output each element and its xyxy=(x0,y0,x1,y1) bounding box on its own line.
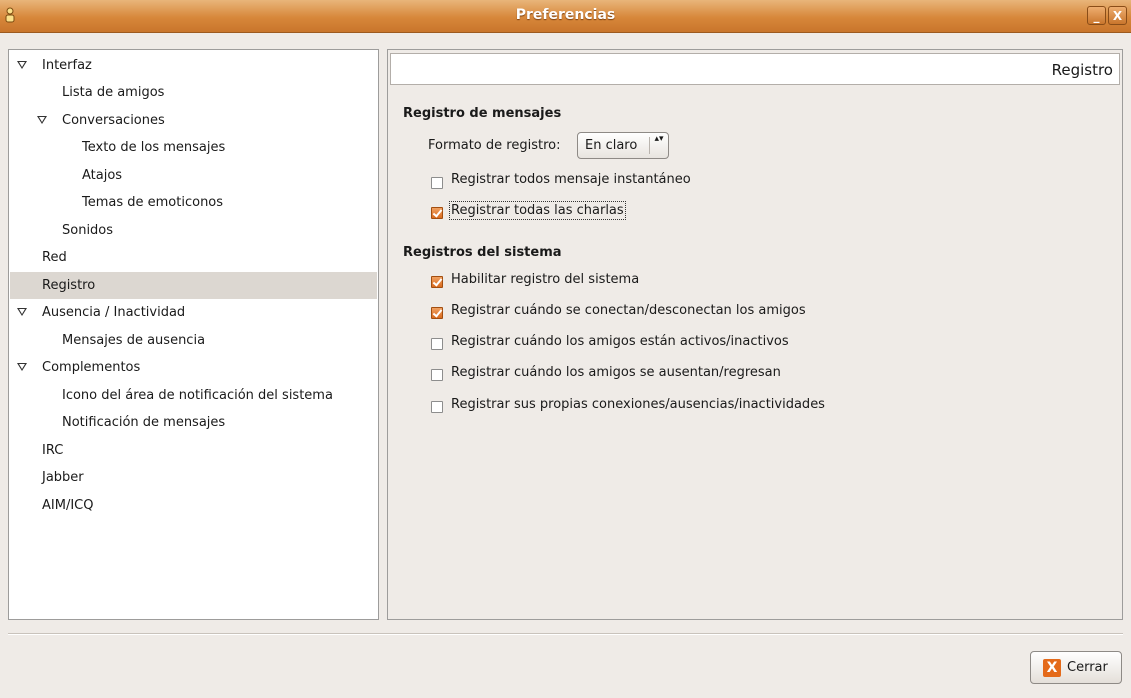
tree-item-label: Interfaz xyxy=(42,58,92,73)
checkbox-label[interactable]: Registrar sus propias conexiones/ausenci… xyxy=(451,397,825,412)
expander-open-icon[interactable] xyxy=(17,363,27,371)
tree-item-label: Icono del área de notificación del siste… xyxy=(62,388,333,403)
tree-item-label: Temas de emoticonos xyxy=(82,195,224,210)
tree-item-conversaciones[interactable]: Conversaciones xyxy=(10,107,377,134)
checkbox-activos-inactivos[interactable] xyxy=(431,338,443,350)
expander-open-icon[interactable] xyxy=(37,116,47,124)
tree-item-label: Sonidos xyxy=(62,223,114,238)
checkbox-propias-conexiones[interactable] xyxy=(431,401,443,413)
tree-item-aim-icq[interactable]: AIM/ICQ xyxy=(10,492,377,519)
checkbox-registrar-todas-charlas[interactable] xyxy=(431,207,443,219)
tree-item-label: Mensajes de ausencia xyxy=(62,333,206,348)
cerrar-button[interactable]: X Cerrar xyxy=(1030,651,1122,684)
expander-open-icon[interactable] xyxy=(17,61,27,69)
checkbox-label[interactable]: Registrar cuándo los amigos se ausentan/… xyxy=(451,365,781,380)
tree-item-icono-notificacion[interactable]: Icono del área de notificación del siste… xyxy=(10,382,377,409)
tree-item-label: Red xyxy=(42,250,67,265)
tree-item-lista-de-amigos[interactable]: Lista de amigos xyxy=(10,79,377,106)
tree-item-label: Complementos xyxy=(42,360,141,375)
footer-divider xyxy=(8,633,1123,635)
title-bar[interactable]: Preferencias _ X xyxy=(0,0,1131,33)
tree-item-temas-de-emoticonos[interactable]: Temas de emoticonos xyxy=(10,189,377,216)
minimize-button[interactable]: _ xyxy=(1087,6,1106,25)
tree-item-label: Ausencia / Inactividad xyxy=(42,305,186,320)
updown-arrows-icon: ▴▾ xyxy=(654,134,664,144)
checkbox-label[interactable]: Registrar cuándo los amigos están activo… xyxy=(451,334,789,349)
checkbox-conectan-desconectan[interactable] xyxy=(431,307,443,319)
format-selected-value: En claro xyxy=(585,138,638,153)
tree-item-atajos[interactable]: Atajos xyxy=(10,162,377,189)
checkbox-label[interactable]: Habilitar registro del sistema xyxy=(451,272,639,287)
section-title-registros-sistema: Registros del sistema xyxy=(403,245,562,260)
tree-item-label: Registro xyxy=(42,278,96,293)
tree-item-ausencia-inactividad[interactable]: Ausencia / Inactividad xyxy=(10,299,377,326)
tree-item-label: Texto de los mensajes xyxy=(82,140,226,155)
combo-separator xyxy=(649,137,650,154)
tree-item-registro[interactable]: Registro xyxy=(10,272,377,299)
checkbox-label[interactable]: Registrar todas las charlas xyxy=(449,201,626,220)
checkbox-label[interactable]: Registrar cuándo se conectan/desconectan… xyxy=(451,303,806,318)
tree-item-label: Atajos xyxy=(82,168,123,183)
tree-item-label: Jabber xyxy=(42,470,84,485)
format-label: Formato de registro: xyxy=(428,138,561,153)
tree-item-notificacion-de-mensajes[interactable]: Notificación de mensajes xyxy=(10,409,377,436)
tree-item-label: Notificación de mensajes xyxy=(62,415,226,430)
tree-item-texto-de-los-mensajes[interactable]: Texto de los mensajes xyxy=(10,134,377,161)
tree-item-red[interactable]: Red xyxy=(10,244,377,271)
tree-item-label: IRC xyxy=(42,443,64,458)
tree-item-label: Lista de amigos xyxy=(62,85,165,100)
panel-header: Registro xyxy=(390,53,1120,85)
checkbox-ausentan-regresan[interactable] xyxy=(431,369,443,381)
expander-open-icon[interactable] xyxy=(17,308,27,316)
tree-item-complementos[interactable]: Complementos xyxy=(10,354,377,381)
format-combobox[interactable]: En claro ▴▾ xyxy=(577,132,669,159)
tree-item-jabber[interactable]: Jabber xyxy=(10,464,377,491)
tree-item-sonidos[interactable]: Sonidos xyxy=(10,217,377,244)
category-tree[interactable]: Interfaz Lista de amigos Conversaciones … xyxy=(8,49,379,620)
tree-item-interfaz[interactable]: Interfaz xyxy=(10,52,377,79)
section-title-registro-mensajes: Registro de mensajes xyxy=(403,106,562,121)
window-close-button[interactable]: X xyxy=(1108,6,1127,25)
tree-item-irc[interactable]: IRC xyxy=(10,437,377,464)
checkbox-label[interactable]: Registrar todos mensaje instantáneo xyxy=(451,172,691,187)
close-icon: X xyxy=(1043,659,1061,677)
cerrar-button-label: Cerrar xyxy=(1067,660,1108,675)
settings-panel: Registro Registro de mensajes Formato de… xyxy=(387,49,1123,620)
tree-item-label: AIM/ICQ xyxy=(42,498,94,513)
checkbox-registrar-todos-mensaje[interactable] xyxy=(431,177,443,189)
checkbox-habilitar-registro-sistema[interactable] xyxy=(431,276,443,288)
panel-title: Registro xyxy=(1051,61,1113,79)
tree-item-label: Conversaciones xyxy=(62,113,165,128)
tree-item-mensajes-de-ausencia[interactable]: Mensajes de ausencia xyxy=(10,327,377,354)
window-title: Preferencias xyxy=(515,7,616,23)
